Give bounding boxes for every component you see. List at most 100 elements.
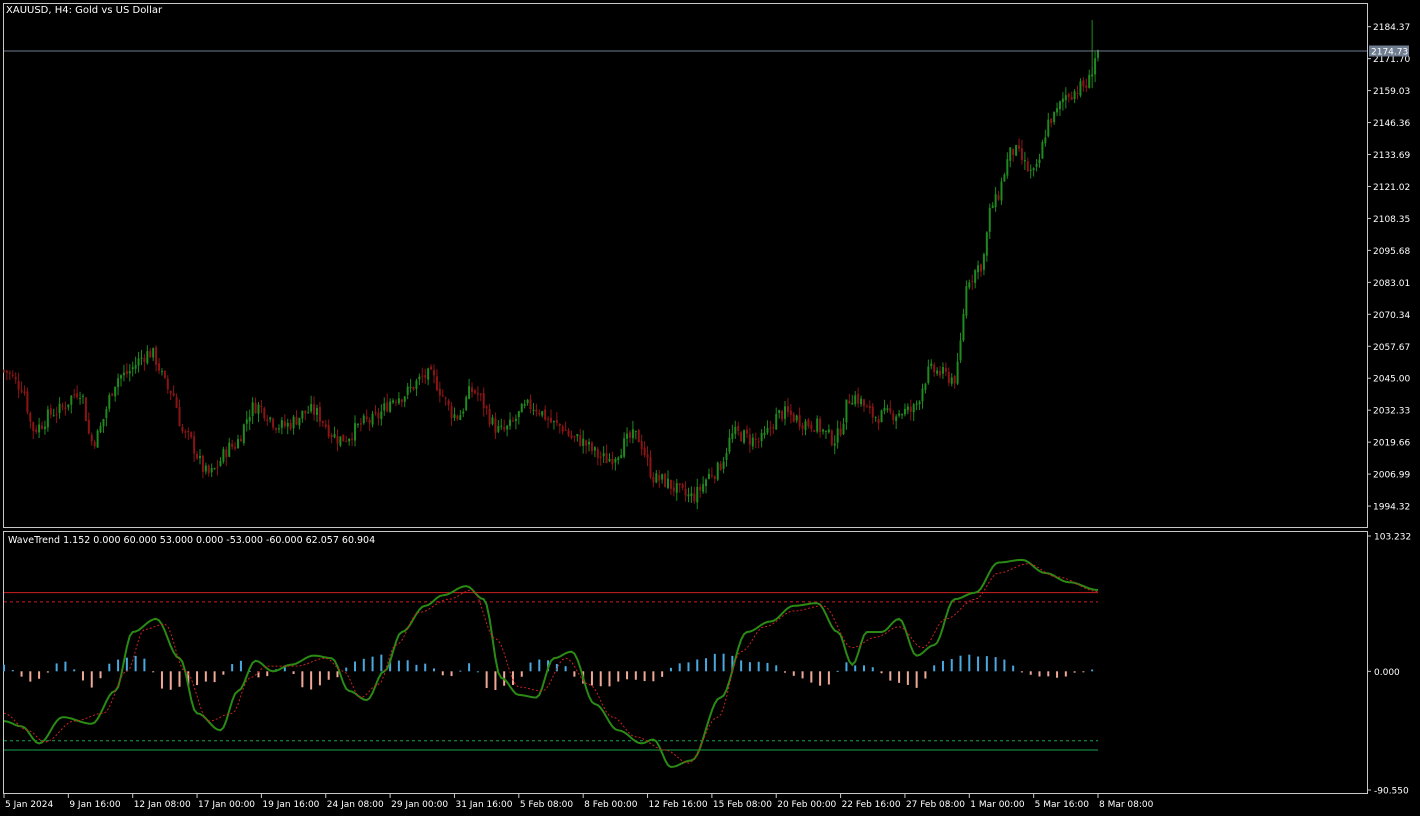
- candle-bear: [368, 419, 371, 423]
- histogram-bar: [222, 671, 225, 675]
- candle-bull: [67, 404, 70, 408]
- candle-bull: [1073, 91, 1076, 100]
- candle-bear: [596, 449, 599, 458]
- candle-bear: [757, 441, 760, 443]
- candle-bear: [807, 419, 810, 427]
- candle-bull: [702, 484, 705, 492]
- candle-bull: [140, 357, 143, 359]
- candle-bear: [365, 416, 368, 419]
- indicator-title: WaveTrend 1.152 0.000 60.000 53.000 0.00…: [8, 535, 375, 546]
- candle-bear: [681, 484, 684, 488]
- time-tick-label: 5 Mar 16:00: [1035, 800, 1090, 810]
- candle-bull: [842, 423, 845, 435]
- candle-bull: [912, 404, 915, 413]
- candle-bear: [412, 386, 415, 390]
- candle-bull: [517, 411, 520, 418]
- candle-bull: [860, 398, 863, 405]
- candle-bear: [421, 375, 424, 377]
- histogram-bar: [1056, 671, 1059, 678]
- wt1-line: [3, 558, 1099, 769]
- candle-bull: [1023, 160, 1026, 162]
- candle-bull: [1058, 101, 1061, 110]
- candle-bull: [950, 377, 953, 384]
- candle-bull: [982, 254, 985, 270]
- candle-bull: [895, 416, 898, 421]
- histogram-bar: [661, 671, 664, 677]
- candle-bear: [719, 463, 722, 471]
- candle-bear: [792, 414, 795, 422]
- histogram-bar: [705, 658, 708, 672]
- price-tick-label: 2070.34: [1373, 311, 1410, 321]
- time-tick-label: 5 Feb 08:00: [520, 800, 574, 810]
- histogram-bar: [889, 671, 892, 681]
- candle-bull: [1035, 163, 1038, 167]
- candle-bull: [1047, 119, 1050, 137]
- candle-bull: [582, 438, 585, 446]
- candle-bull: [1038, 159, 1041, 164]
- candle-bull: [778, 410, 781, 414]
- candle-bull: [403, 396, 406, 402]
- candle-bear: [737, 425, 740, 431]
- candle-bear: [933, 364, 936, 373]
- candle-bull: [427, 368, 430, 380]
- histogram-bar: [687, 662, 690, 672]
- histogram-bar: [301, 671, 304, 688]
- candle-bear: [178, 407, 181, 427]
- histogram-bar: [880, 671, 883, 674]
- candle-bull: [1053, 111, 1056, 123]
- candle-bear: [1076, 92, 1079, 94]
- candle-bear: [61, 405, 64, 408]
- candle-bear: [479, 393, 482, 395]
- candle-bull: [901, 414, 904, 416]
- candle-bull: [854, 395, 857, 405]
- candle-bull: [96, 430, 99, 448]
- histogram-bar: [432, 668, 435, 672]
- candle-bear: [710, 475, 713, 477]
- candle-bear: [889, 408, 892, 412]
- candle-bull: [380, 411, 383, 420]
- candle-bear: [857, 393, 860, 404]
- histogram-bar: [292, 671, 295, 674]
- candle-bear: [1050, 118, 1053, 124]
- candle-bull: [725, 452, 728, 460]
- histogram-bar: [196, 671, 199, 686]
- candle-bull: [251, 402, 254, 416]
- candle-bear: [20, 389, 23, 392]
- candle-bull: [509, 419, 512, 427]
- histogram-bar: [152, 671, 155, 673]
- price-tick-label: 2019.66: [1373, 439, 1410, 449]
- indicator-axis[interactable]: 103.232 0.000 -90.550: [1367, 533, 1411, 797]
- main-price-axis[interactable]: 2184.372171.702159.032146.362133.692121.…: [1367, 23, 1410, 513]
- histogram-bar: [652, 671, 655, 682]
- candle-bear: [321, 421, 324, 423]
- histogram-bar: [125, 657, 128, 672]
- time-tick-label: 12 Feb 16:00: [649, 800, 708, 810]
- candle-bull: [418, 376, 421, 380]
- candle-bull: [988, 207, 991, 232]
- histogram-bar: [117, 659, 120, 672]
- chart-canvas[interactable]: 2184.372171.702159.032146.362133.692121.…: [0, 0, 1420, 816]
- candle-bull: [128, 371, 131, 374]
- histogram-bar: [1082, 671, 1085, 673]
- candle-bear: [892, 413, 895, 421]
- candle-bear: [669, 479, 672, 489]
- candle-bear: [254, 402, 257, 414]
- histogram-bar: [626, 671, 629, 680]
- candle-bull: [851, 402, 854, 405]
- candle-bull: [728, 437, 731, 452]
- histogram-bar: [994, 657, 997, 672]
- candle-bull: [833, 443, 836, 446]
- indicator-tick-label: 103.232: [1374, 533, 1411, 543]
- histogram-bar: [924, 671, 927, 679]
- candle-bull: [620, 454, 623, 459]
- candle-bull: [1003, 174, 1006, 182]
- time-axis[interactable]: 5 Jan 2024 9 Jan 16:00 12 Jan 08:00 17 Jan …: [3, 794, 1154, 810]
- candle-bear: [643, 447, 646, 456]
- candle-bull: [1032, 168, 1035, 171]
- candle-bear: [450, 405, 453, 418]
- candle-bear: [1070, 97, 1073, 100]
- price-tick-label: 2108.35: [1373, 215, 1410, 225]
- candle-bear: [573, 436, 576, 438]
- candle-bear: [386, 402, 389, 412]
- candle-bear: [789, 410, 792, 415]
